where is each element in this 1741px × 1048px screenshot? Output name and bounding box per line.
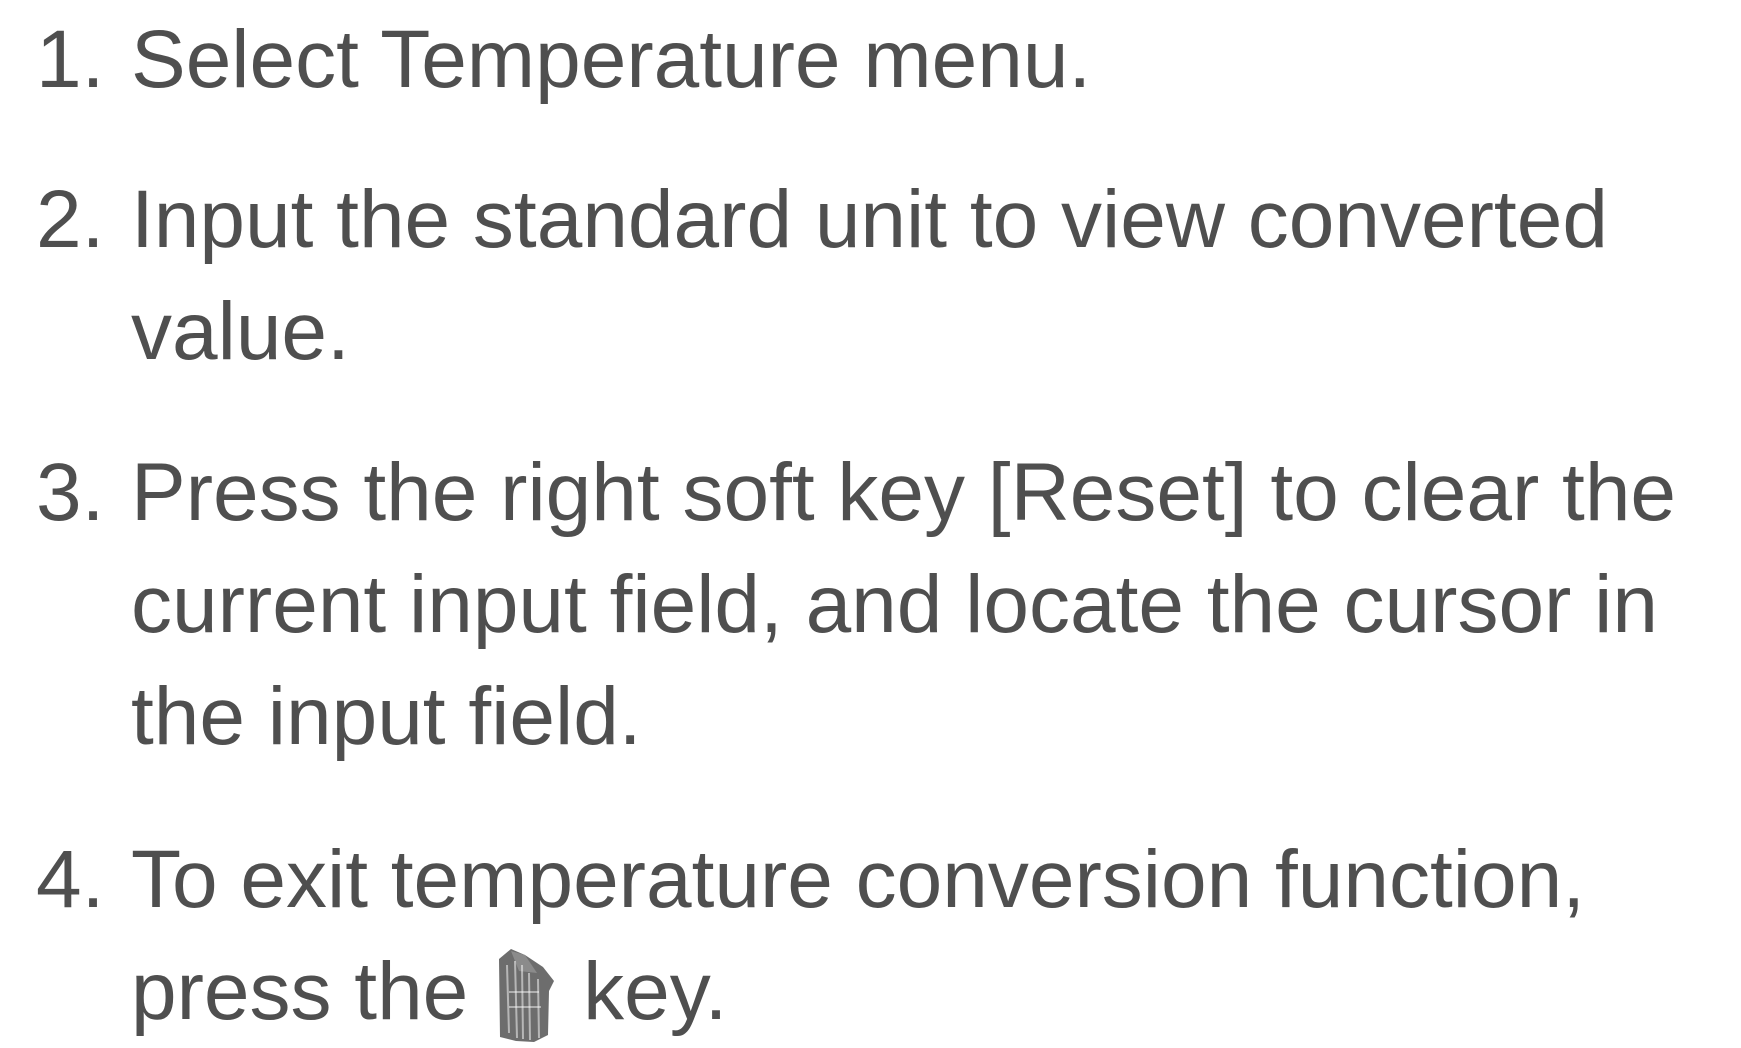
step-text: To exit temperature conversion function,… — [131, 824, 1585, 1048]
step-number: 3. — [36, 447, 105, 538]
step-number: 2. — [36, 174, 105, 265]
step-line-after-key: key. — [583, 946, 728, 1037]
step-number: 4. — [36, 834, 105, 925]
step-line-before-key: press the — [131, 946, 469, 1037]
step-text: Input the standard unit to view converte… — [131, 164, 1608, 388]
step-number: 1. — [36, 14, 105, 105]
step-text: Select Temperature menu. — [131, 4, 1091, 116]
step-line: Select Temperature menu. — [131, 14, 1092, 105]
step-text: Press the right soft key [Reset] to clea… — [131, 437, 1676, 773]
step-line: the input field. — [131, 671, 642, 762]
step-line: value. — [131, 286, 350, 377]
step-line: Input the standard unit to view converte… — [131, 174, 1608, 265]
step-line: To exit temperature conversion function, — [131, 834, 1585, 925]
end-key-icon — [491, 937, 561, 1047]
temperature-instructions: 1. Select Temperature menu. 2. Input the… — [0, 0, 1741, 1042]
step-line: current input field, and locate the curs… — [131, 559, 1658, 650]
step-line: Press the right soft key [Reset] to clea… — [131, 447, 1677, 538]
step-last-line: press the key. — [131, 936, 1585, 1048]
